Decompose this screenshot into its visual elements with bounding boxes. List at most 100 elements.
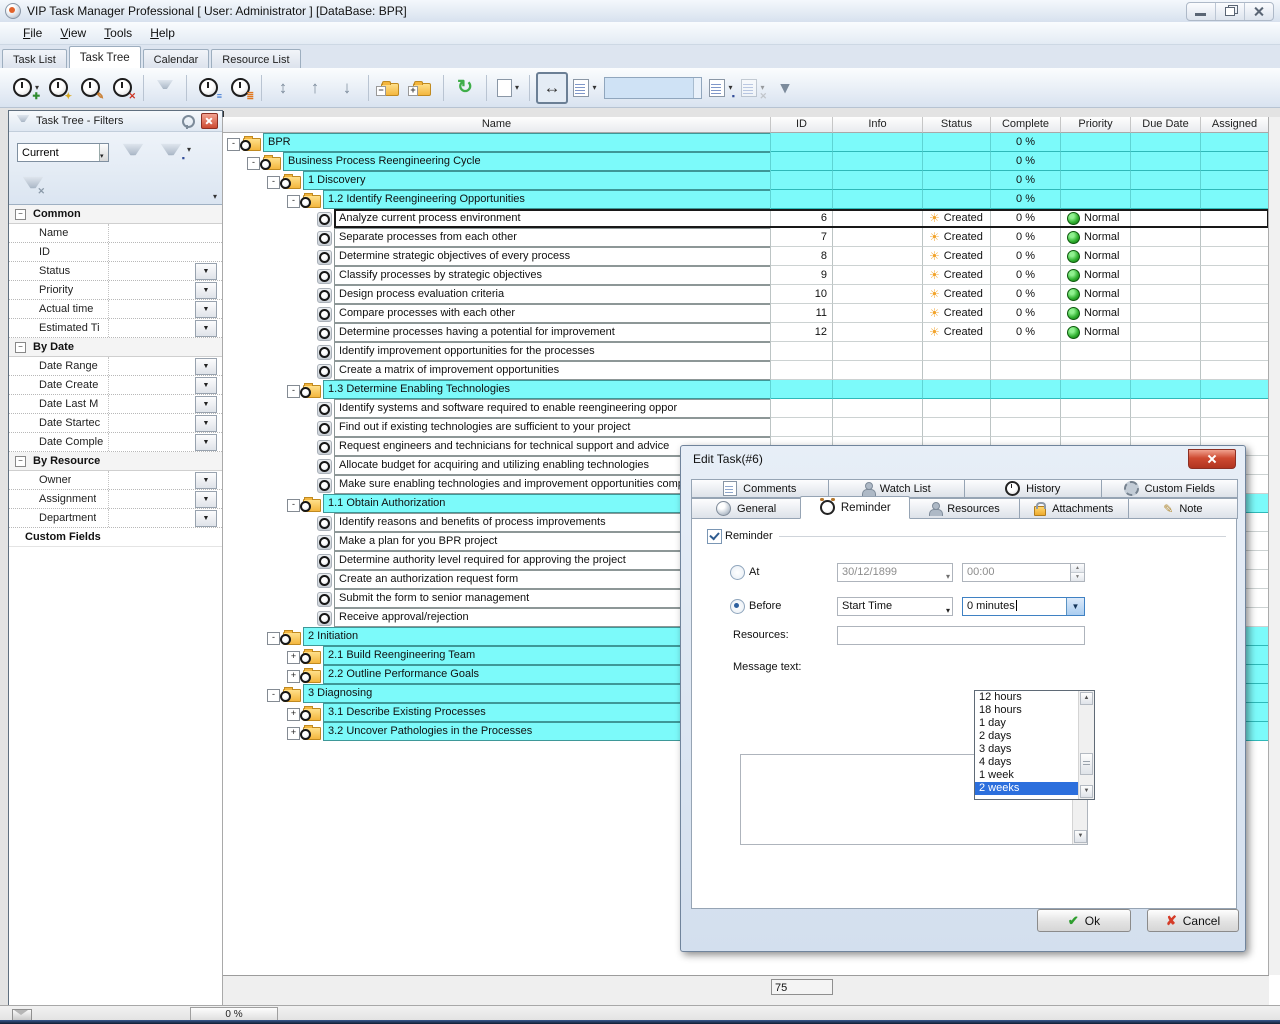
before-value-combo[interactable]: 0 minutes ▼ [962,597,1085,616]
pin-icon[interactable] [182,115,195,128]
filter-field-owner[interactable]: Owner▼ [9,471,222,490]
collapse-box[interactable]: - [287,499,300,512]
dropdown-option[interactable]: 2 days [975,730,1081,743]
expand-box[interactable]: + [287,727,300,740]
column-header-id[interactable]: ID [771,117,833,133]
close-button[interactable] [1245,3,1273,20]
tree-group-row[interactable]: -1 Discovery0 % [223,171,1269,190]
collapse-box[interactable]: - [227,138,240,151]
resources-field[interactable] [837,626,1085,645]
move-task-button[interactable]: ↕ [268,73,298,103]
tree-group-row[interactable]: -1.2 Identify Reengineering Opportunitie… [223,190,1269,209]
collapse-box[interactable]: - [267,176,280,189]
field-dropdown-button[interactable]: ▼ [195,282,217,299]
filter-section-by-resource[interactable]: −By Resource [9,452,222,471]
dropdown-scrollbar[interactable]: ▲ ▼ [1078,691,1094,799]
toolbar-overflow-button[interactable]: ▾ [770,73,800,103]
grid-vertical-scrollbar[interactable] [1268,117,1280,975]
clear-filter-button[interactable]: ✕ [17,170,49,200]
tree-task-row[interactable]: Identify improvement opportunities for t… [223,342,1269,361]
delete-task-button[interactable]: ✕ [107,73,137,103]
new-task-button[interactable]: ✚▾ [11,73,41,103]
filter-field-date-create[interactable]: Date Create▼ [9,376,222,395]
at-radio[interactable] [730,565,745,580]
dialog-close-button[interactable] [1188,449,1236,469]
collapse-box[interactable]: − [15,456,26,467]
field-dropdown-button[interactable]: ▼ [195,434,217,451]
collapse-box[interactable]: - [287,385,300,398]
custom-fields-section-header[interactable]: Custom Fields [9,528,222,547]
dropdown-option[interactable]: 18 hours [975,704,1081,717]
new-subtask-button[interactable]: ✦ [43,73,73,103]
grid-view-button[interactable]: ▾ [570,73,600,103]
edit-task-button[interactable]: ✎ [75,73,105,103]
menu-file[interactable]: File [14,24,51,42]
before-value-dropdown-button[interactable]: ▼ [1066,598,1084,615]
column-header-name[interactable]: Name [223,117,771,133]
filter-field-name[interactable]: Name [9,224,222,243]
print-button[interactable]: ▾ [493,73,523,103]
field-dropdown-button[interactable]: ▼ [195,396,217,413]
filter-field-id[interactable]: ID [9,243,222,262]
dialog-tab-general[interactable]: General [691,498,801,519]
task-list-button[interactable]: ≡ [193,73,223,103]
dropdown-arrow-icon[interactable]: ▾ [592,83,596,92]
field-dropdown-button[interactable]: ▼ [195,377,217,394]
collapse-box[interactable]: − [15,342,26,353]
field-dropdown-button[interactable]: ▼ [195,358,217,375]
expand-all-button[interactable]: + [407,73,437,103]
cancel-button[interactable]: ✘ Cancel [1147,909,1239,932]
collapse-box[interactable]: - [267,632,280,645]
before-anchor-combo[interactable]: Start Time ▾ [837,597,953,616]
dropdown-option[interactable]: 1 week [975,769,1081,782]
at-time-spinner[interactable]: 00:00 ▲▼ [962,563,1085,582]
time-spin-buttons[interactable]: ▲▼ [1070,564,1084,581]
reminder-checkbox[interactable] [707,529,722,544]
refresh-button[interactable]: ↻ [450,73,480,103]
move-up-button[interactable]: ↑ [300,73,330,103]
filters-options-icon[interactable]: ▾ [213,192,217,201]
filter-preset-dropdown-icon[interactable] [99,144,108,161]
column-header-due-date[interactable]: Due Date [1131,117,1201,133]
dropdown-arrow-icon[interactable]: ▾ [515,83,519,92]
dropdown-option[interactable]: 2 weeks [975,782,1081,795]
field-dropdown-button[interactable]: ▼ [195,491,217,508]
tree-task-row[interactable]: Classify processes by strategic objectiv… [223,266,1269,285]
expand-box[interactable]: + [287,708,300,721]
apply-filter-button[interactable] [117,137,149,167]
field-dropdown-button[interactable]: ▼ [195,263,217,280]
tree-task-row[interactable]: Design process evaluation criteria10☀Cre… [223,285,1269,304]
before-radio[interactable] [730,599,745,614]
view-combo[interactable] [604,77,702,99]
dropdown-option[interactable]: 12 hours [975,691,1081,704]
tree-task-row[interactable]: Compare processes with each other11☀Crea… [223,304,1269,323]
task-priority-button[interactable]: ≣ [225,73,255,103]
column-header-status[interactable]: Status [923,117,991,133]
ok-button[interactable]: ✔ Ok [1037,909,1131,932]
column-header-assigned[interactable]: Assigned [1201,117,1269,133]
expand-box[interactable]: + [287,670,300,683]
collapse-box[interactable]: - [287,195,300,208]
menu-view[interactable]: View [51,24,95,42]
dialog-tab-resources[interactable]: Resources [909,498,1019,519]
dropdown-option[interactable]: 1 day [975,717,1081,730]
dialog-tab-attachments[interactable]: Attachments [1019,498,1129,519]
field-dropdown-button[interactable]: ▼ [195,415,217,432]
tab-task-list[interactable]: Task List [2,49,67,69]
dialog-tab-note[interactable]: ✎Note [1128,498,1238,519]
filter-section-common[interactable]: −Common [9,205,222,224]
tree-task-row[interactable]: Determine processes having a potential f… [223,323,1269,342]
tree-task-row[interactable]: Determine strategic objectives of every … [223,247,1269,266]
restore-button[interactable] [1216,3,1245,20]
save-filter-button[interactable]: ▪ ▾ [155,137,187,167]
tab-resource-list[interactable]: Resource List [211,49,300,69]
filter-field-actual-time[interactable]: Actual time▼ [9,300,222,319]
filter-field-estimated-ti[interactable]: Estimated Ti▼ [9,319,222,338]
tree-task-row[interactable]: Analyze current process environment6☀Cre… [223,209,1269,228]
tree-group-row[interactable]: -Business Process Reengineering Cycle0 % [223,152,1269,171]
tab-task-tree[interactable]: Task Tree [69,46,141,69]
field-dropdown-button[interactable]: ▼ [195,320,217,337]
collapse-box[interactable]: − [15,209,26,220]
tree-task-row[interactable]: Find out if existing technologies are su… [223,418,1269,437]
menu-tools[interactable]: Tools [95,24,141,42]
